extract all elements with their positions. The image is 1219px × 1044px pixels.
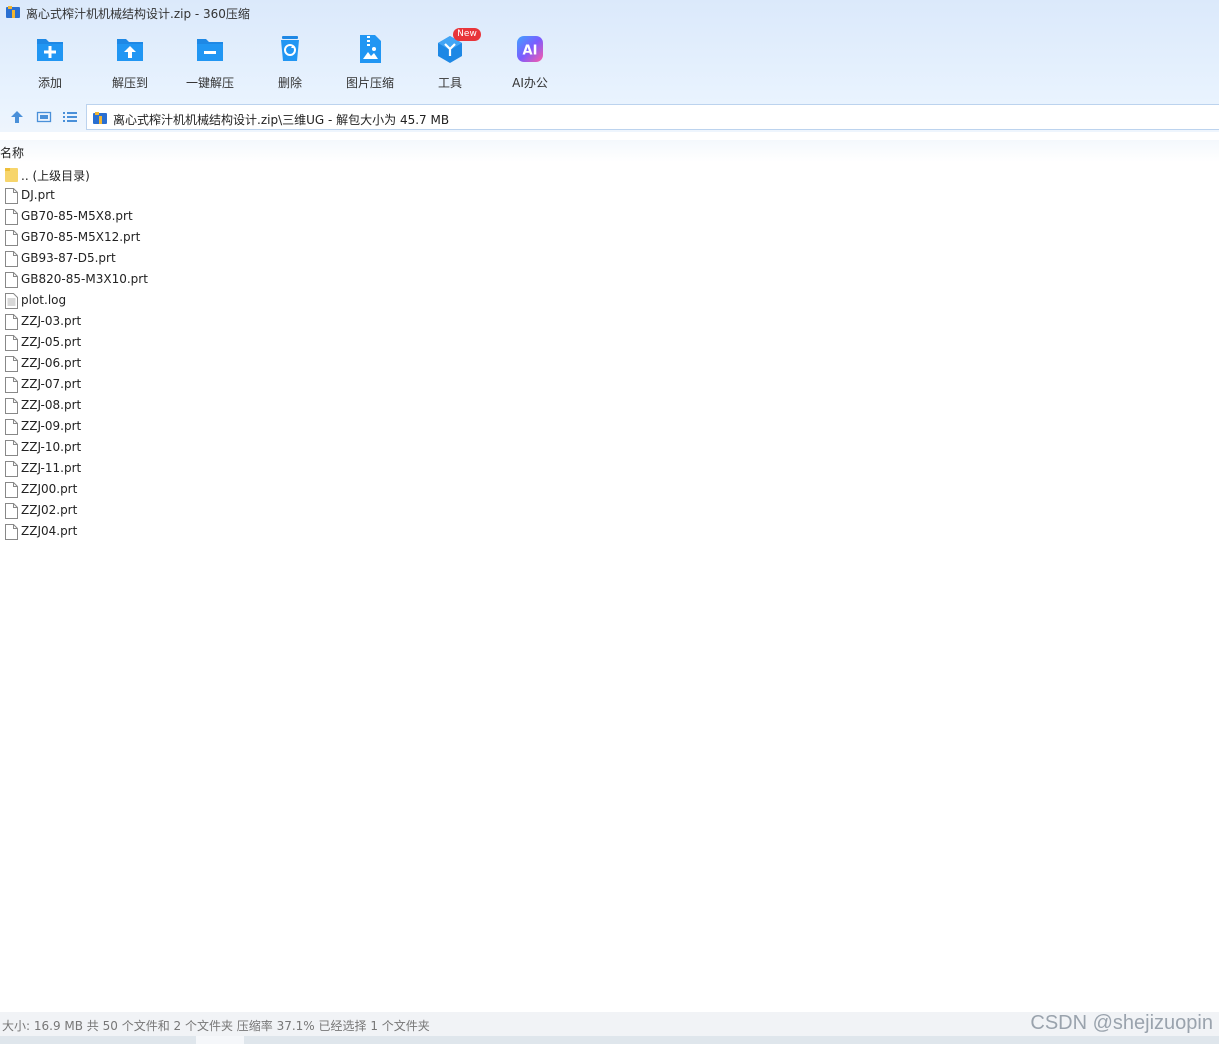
watermark: CSDN @shejizuopin <box>1030 1012 1213 1034</box>
archive-app-icon <box>6 6 20 18</box>
list-view-icon[interactable] <box>62 109 78 125</box>
text-file-icon <box>5 293 18 309</box>
file-name: GB70-85-M5X8.prt <box>21 209 133 223</box>
file-icon <box>5 188 18 204</box>
file-row[interactable]: .. (上级目录) <box>0 164 1219 185</box>
horizontal-scrollbar[interactable] <box>0 1036 1219 1044</box>
column-name-header[interactable]: 名称 <box>0 144 24 161</box>
column-header[interactable]: 名称 <box>0 140 1219 162</box>
one-click-extract-button[interactable]: 一键解压 <box>170 28 250 94</box>
file-icon <box>5 503 18 519</box>
file-name: ZZJ-09.prt <box>21 419 82 433</box>
one-click-extract-label: 一键解压 <box>185 76 234 90</box>
file-icon <box>5 251 18 267</box>
file-name: ZZJ-05.prt <box>21 335 82 349</box>
file-row[interactable]: GB70-85-M5X8.prt <box>0 206 1219 227</box>
ai-icon-text: AI <box>523 44 538 59</box>
file-row[interactable]: plot.log <box>0 290 1219 311</box>
file-row[interactable]: ZZJ-03.prt <box>0 311 1219 332</box>
one-click-extract-icon <box>197 39 223 61</box>
ai-icon: AI <box>517 36 543 62</box>
scrollbar-thumb[interactable] <box>196 1036 244 1044</box>
file-list: .. (上级目录) DJ.prt GB70-85-M5X8.prt GB70-85-M… <box>0 164 1219 542</box>
file-name: ZZJ-08.prt <box>21 398 82 412</box>
extract-to-label: 解压到 <box>111 76 148 90</box>
image-compress-button[interactable]: 图片压缩 <box>330 28 410 94</box>
add-label: 添加 <box>37 76 62 90</box>
file-row[interactable]: GB93-87-D5.prt <box>0 248 1219 269</box>
file-name: DJ.prt <box>21 188 55 202</box>
file-name: plot.log <box>21 293 67 307</box>
add-folder-icon <box>37 39 63 61</box>
file-name: ZZJ-06.prt <box>21 356 82 370</box>
address-bar[interactable]: 离心式榨汁机机械结构设计.zip\三维UG - 解包大小为 45.7 MB <box>86 104 1219 130</box>
new-badge: New <box>453 28 481 41</box>
file-row[interactable]: ZZJ-11.prt <box>0 458 1219 479</box>
file-row[interactable]: GB70-85-M5X12.prt <box>0 227 1219 248</box>
file-name: GB820-85-M3X10.prt <box>21 272 148 286</box>
title-bar: 离心式榨汁机机械结构设计.zip - 360压缩 <box>0 0 1219 24</box>
file-icon <box>5 398 18 414</box>
file-icon <box>5 230 18 246</box>
file-name: ZZJ02.prt <box>21 503 78 517</box>
file-row[interactable]: ZZJ-07.prt <box>0 374 1219 395</box>
file-name: ZZJ-03.prt <box>21 314 82 328</box>
toolbar: 添加 解压到 一键解压 删除 图片压缩 New 工具 AI AI办公 <box>0 28 1219 98</box>
file-row[interactable]: ZZJ00.prt <box>0 479 1219 500</box>
extract-to-button[interactable]: 解压到 <box>90 28 170 94</box>
delete-button[interactable]: 删除 <box>250 28 330 94</box>
file-name: ZZJ-07.prt <box>21 377 82 391</box>
file-row[interactable]: ZZJ04.prt <box>0 521 1219 542</box>
file-icon <box>5 314 18 330</box>
file-name: ZZJ00.prt <box>21 482 78 496</box>
file-icon <box>5 272 18 288</box>
file-name: ZZJ-10.prt <box>21 440 82 454</box>
file-icon <box>5 524 18 540</box>
file-icon <box>5 440 18 456</box>
file-icon <box>5 461 18 477</box>
file-row[interactable]: ZZJ-09.prt <box>0 416 1219 437</box>
top-bar: 离心式榨汁机机械结构设计.zip - 360压缩 添加 解压到 一键解压 删除 … <box>0 0 1219 102</box>
archive-icon <box>93 112 107 124</box>
add-button[interactable]: 添加 <box>10 28 90 94</box>
delete-label: 删除 <box>277 76 302 90</box>
file-icon <box>5 482 18 498</box>
file-icon <box>5 377 18 393</box>
status-text: 大小: 16.9 MB 共 50 个文件和 2 个文件夹 压缩率 37.1% 已… <box>2 1019 430 1033</box>
window-title: 离心式榨汁机机械结构设计.zip - 360压缩 <box>26 7 250 21</box>
ai-office-button[interactable]: AI AI办公 <box>490 28 570 94</box>
address-path: 离心式榨汁机机械结构设计.zip\三维UG - 解包大小为 45.7 MB <box>113 113 450 127</box>
file-row[interactable]: DJ.prt <box>0 185 1219 206</box>
thumbnail-view-icon[interactable] <box>36 109 52 125</box>
file-icon <box>5 335 18 351</box>
file-icon <box>5 419 18 435</box>
file-row[interactable]: GB820-85-M3X10.prt <box>0 269 1219 290</box>
extract-to-icon <box>117 39 143 61</box>
file-row[interactable]: ZZJ-08.prt <box>0 395 1219 416</box>
recycle-icon <box>281 36 299 61</box>
file-list-panel: 名称 .. (上级目录) DJ.prt GB70-85-M5X8.prt GB70-8… <box>0 140 1219 1012</box>
tools-label: 工具 <box>437 76 462 90</box>
file-row[interactable]: ZZJ-06.prt <box>0 353 1219 374</box>
file-name: .. (上级目录) <box>21 169 90 183</box>
file-icon <box>5 356 18 372</box>
address-row: 离心式榨汁机机械结构设计.zip\三维UG - 解包大小为 45.7 MB <box>0 102 1219 132</box>
file-name: GB93-87-D5.prt <box>21 251 116 265</box>
file-row[interactable]: ZZJ-10.prt <box>0 437 1219 458</box>
app-window: 离心式榨汁机机械结构设计.zip - 360压缩 添加 解压到 一键解压 删除 … <box>0 0 1219 1044</box>
image-compress-label: 图片压缩 <box>345 76 394 90</box>
folder-icon <box>5 168 18 182</box>
tools-button[interactable]: New 工具 <box>410 28 490 94</box>
file-name: ZZJ04.prt <box>21 524 78 538</box>
image-compress-icon <box>360 35 381 63</box>
file-name: GB70-85-M5X12.prt <box>21 230 141 244</box>
file-row[interactable]: ZZJ02.prt <box>0 500 1219 521</box>
file-row[interactable]: ZZJ-05.prt <box>0 332 1219 353</box>
file-name: ZZJ-11.prt <box>21 461 82 475</box>
file-icon <box>5 209 18 225</box>
ai-office-label: AI办公 <box>512 76 548 90</box>
status-bar: 大小: 16.9 MB 共 50 个文件和 2 个文件夹 压缩率 37.1% 已… <box>0 1012 1219 1036</box>
up-arrow-icon[interactable] <box>9 109 25 125</box>
